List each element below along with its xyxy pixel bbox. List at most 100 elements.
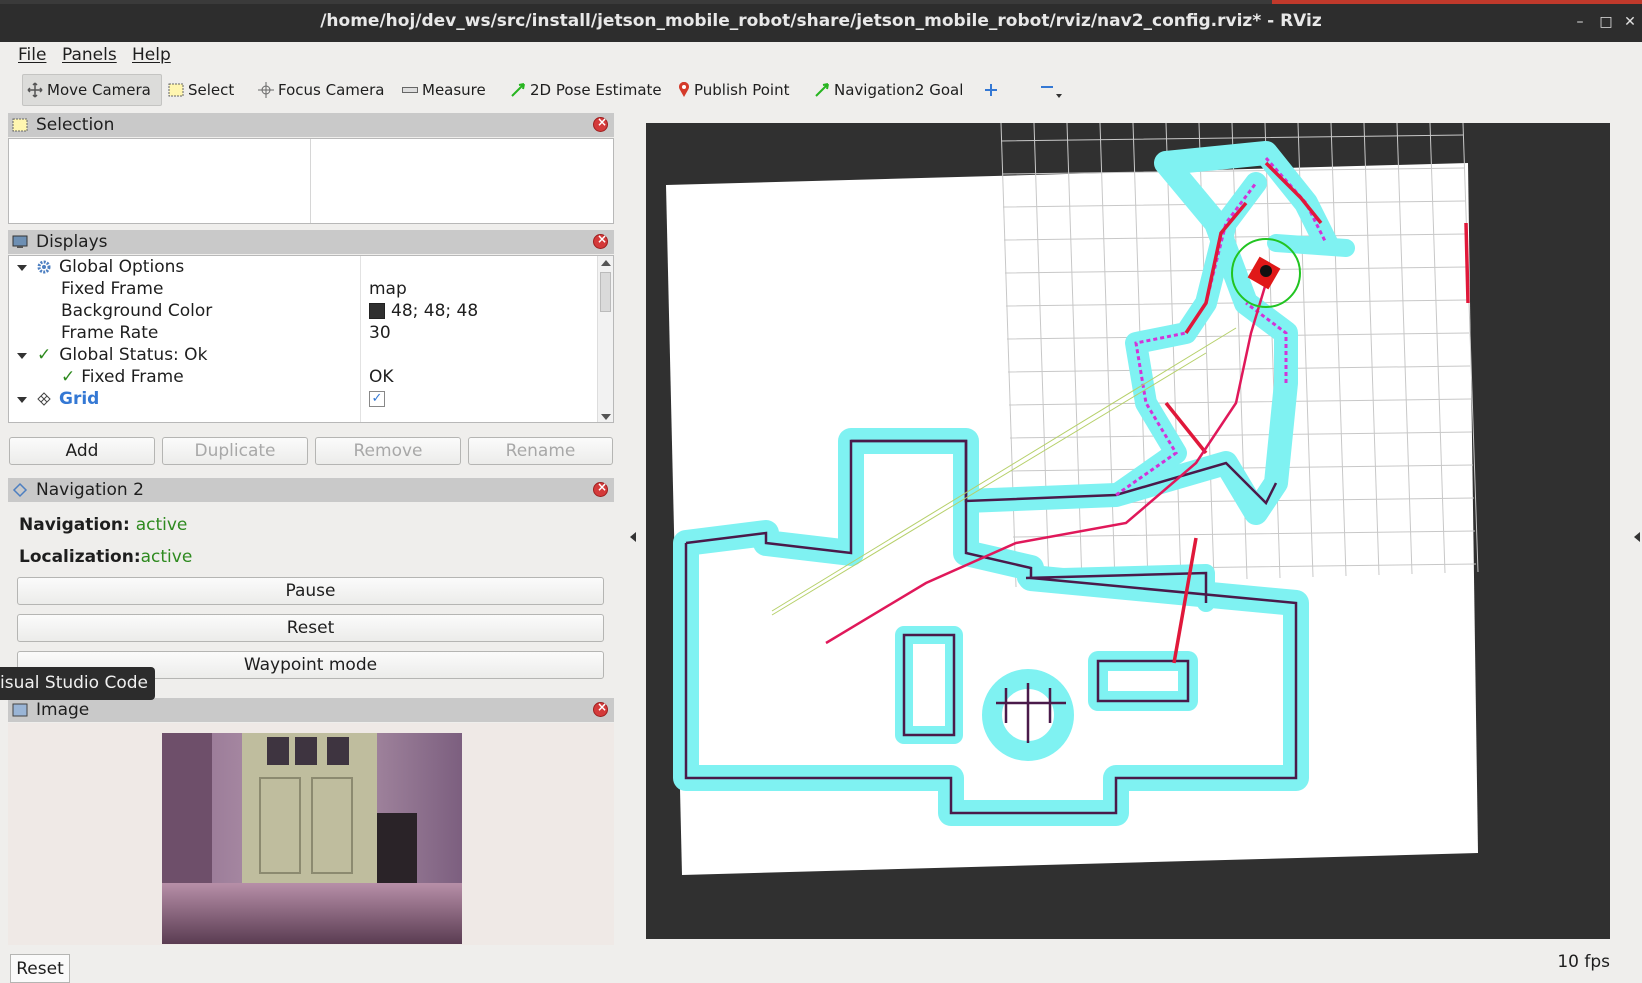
grid-enabled-checkbox[interactable]: ✓ [369,388,385,410]
minus-icon [1041,86,1062,98]
nav2-panel-header: Navigation 2 [8,478,614,502]
monitor-icon [12,235,28,248]
selection-panel-body[interactable] [8,138,614,224]
expand-arrow-icon[interactable] [17,265,27,271]
tree-row-frame-rate[interactable]: Frame Rate [61,322,158,344]
nav-goal-arrow-icon [815,83,829,97]
select-icon [168,83,184,97]
navigation-status-value: active [135,515,188,535]
select-tool[interactable]: Select [164,74,238,106]
tree-label: Fixed Frame [61,279,164,299]
focus-camera-icon [258,82,274,98]
navigation-status: Navigation: active [19,515,187,535]
window-title: /home/hoj/dev_ws/src/install/jetson_mobi… [320,11,1322,31]
menu-file[interactable]: File [18,45,46,65]
image-panel-header: Image [8,698,614,722]
tree-label: Global Status: Ok [59,345,208,365]
tree-row-fixed-frame[interactable]: Fixed Frame [61,278,163,300]
remove-tool-button[interactable] [1036,74,1068,106]
nav2-panel-title: Navigation 2 [36,480,144,500]
nav2-goal-label: Navigation2 Goal [834,81,964,99]
focus-camera-tool[interactable]: Focus Camera [254,74,388,106]
render-viewport[interactable] [646,123,1610,939]
pose-estimate-label: 2D Pose Estimate [530,81,662,99]
menu-panels[interactable]: Panels [62,45,117,65]
title-bar: /home/hoj/dev_ws/src/install/jetson_mobi… [0,0,1642,42]
grid-icon [37,392,51,406]
menu-help[interactable]: Help [132,45,171,65]
nav2-close-icon[interactable] [593,480,608,497]
expand-arrow-icon[interactable] [17,397,27,403]
measure-tool[interactable]: Measure [398,74,490,106]
duplicate-display-button[interactable]: Duplicate [162,437,308,465]
selection-close-icon[interactable] [593,115,608,132]
tree-label: Frame Rate [61,323,159,343]
pose-estimate-tool[interactable]: 2D Pose Estimate [506,74,666,106]
localization-status: Localization:active [19,547,192,567]
selection-panel-header: Selection [8,113,614,137]
move-camera-label: Move Camera [47,81,151,99]
localization-label: Localization: [19,547,141,567]
frame-rate-value[interactable]: 30 [369,322,391,344]
tree-row-global-status[interactable]: ✓ Global Status: Ok [37,344,207,366]
reset-nav-button[interactable]: Reset [17,614,604,642]
publish-point-label: Publish Point [694,81,790,99]
image-panel-title: Image [36,700,90,720]
nav2-goal-tool[interactable]: Navigation2 Goal [810,74,967,106]
expand-arrow-icon[interactable] [17,353,27,359]
background-color-value[interactable]: 48; 48; 48 [369,300,478,322]
checkmark-icon: ✓ [61,367,76,387]
collapse-left-icon[interactable] [630,532,636,542]
move-camera-icon [27,82,43,98]
tree-row-global-options[interactable]: Global Options [37,256,184,278]
fps-counter: 10 fps [1557,952,1610,972]
tree-row-grid[interactable]: Grid [37,388,99,410]
displays-close-icon[interactable] [593,232,608,249]
image-icon [12,703,28,717]
image-close-icon[interactable] [593,700,608,717]
tree-label: Background Color [61,301,213,321]
map-view[interactable] [646,123,1610,939]
focus-camera-label: Focus Camera [278,81,385,99]
rename-display-button[interactable]: Rename [468,437,613,465]
remove-display-button[interactable]: Remove [315,437,461,465]
camera-image [162,733,462,944]
map-pin-icon [679,82,689,97]
top-strip [0,0,1642,4]
tree-row-fixed-frame-status[interactable]: ✓ Fixed Frame [61,366,184,388]
pause-button[interactable]: Pause [17,577,604,605]
checkmark-icon: ✓ [37,345,52,365]
diamond-icon [12,482,28,498]
reset-view-button[interactable]: Reset [10,954,70,983]
displays-panel-header: Displays [8,230,614,254]
add-display-button[interactable]: Add [9,437,155,465]
publish-point-tool[interactable]: Publish Point [674,74,793,106]
color-swatch [369,303,385,319]
displays-tree[interactable]: Global Options Fixed Frame map Backgroun… [8,255,614,423]
minimize-icon[interactable]: – [1570,12,1590,32]
tree-label: Grid [59,389,100,409]
background-color-text: 48; 48; 48 [391,301,479,321]
ruler-icon [402,87,418,93]
menu-bar: File Panels Help [0,42,1642,68]
close-icon[interactable]: ✕ [1620,12,1640,32]
tree-row-background-color[interactable]: Background Color [61,300,212,322]
vscode-tooltip: isual Studio Code [0,667,155,700]
displays-panel-title: Displays [36,232,108,252]
navigation-label: Navigation: [19,515,130,535]
robot-center [1260,265,1272,277]
collapse-right-icon[interactable] [1634,532,1640,542]
add-tool-button[interactable] [980,74,1002,106]
plus-icon [985,84,997,96]
move-camera-tool[interactable]: Move Camera [22,74,162,106]
selection-icon [12,118,28,132]
selection-panel-title: Selection [36,115,115,135]
green-arrow-icon [511,83,525,97]
displays-scrollbar[interactable] [597,256,613,422]
maximize-icon[interactable]: □ [1596,12,1616,32]
tree-label: Global Options [59,257,185,277]
tree-label: Fixed Frame [81,367,184,387]
select-label: Select [188,81,235,99]
fixed-frame-status-value: OK [369,367,394,387]
fixed-frame-value[interactable]: map [369,278,407,300]
